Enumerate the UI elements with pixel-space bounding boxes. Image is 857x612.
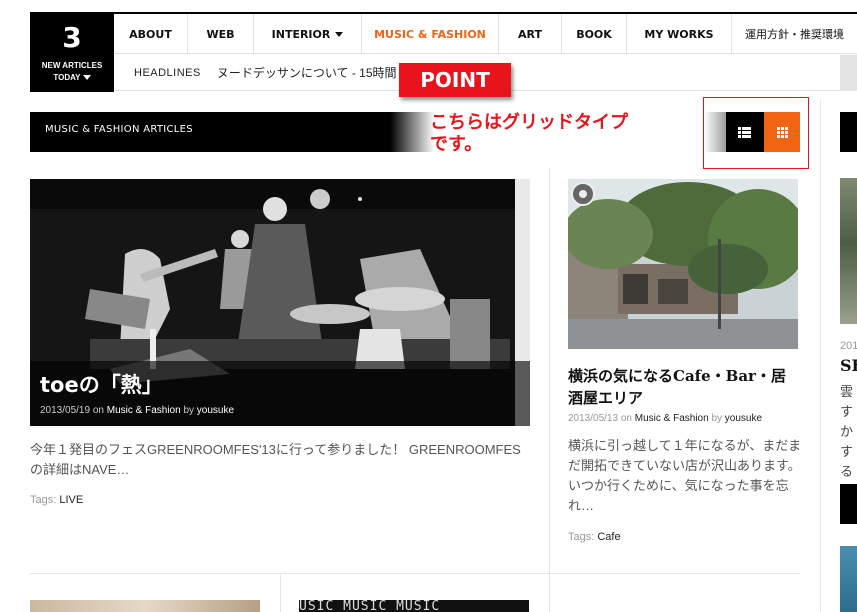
nav-music-fashion[interactable]: MUSIC & FASHION	[362, 14, 499, 54]
tag-link[interactable]: Cafe	[597, 531, 620, 543]
new-articles-label: NEW ARTICLES	[41, 61, 103, 70]
new-articles-count: 3	[62, 21, 82, 54]
annotation-highlight-frame	[703, 97, 809, 169]
nav-interior-label: INTERIOR	[271, 27, 331, 41]
street-photo	[568, 179, 798, 349]
headlines-label: HEADLINES	[134, 66, 201, 79]
sidebar-date: 201	[840, 340, 857, 352]
card-article-meta: 2013/05/13 on Music & Fashion by yousuke	[568, 413, 762, 424]
sidebar-thumbnail[interactable]	[840, 178, 857, 324]
new-articles-counter[interactable]: 3 NEW ARTICLES TODAY	[30, 12, 114, 92]
nav-policy[interactable]: 運用方針・推奨環境	[732, 14, 857, 54]
nav-about[interactable]: ABOUT	[114, 14, 188, 54]
article-date: 2013/05/13	[568, 413, 619, 424]
meta-by-label: by	[711, 413, 723, 424]
article-date: 2013/05/19	[40, 405, 91, 416]
section-title: MUSIC & FASHION ARTICLES	[45, 124, 193, 135]
sidebar-excerpt: 雲すかする	[840, 384, 854, 479]
nav-art[interactable]: ART	[499, 14, 562, 54]
tags-label: Tags:	[30, 494, 57, 506]
tag-link[interactable]: LIVE	[59, 494, 83, 506]
featured-article-tags: Tags: LIVE	[30, 494, 83, 506]
sidebar-divider	[820, 100, 821, 612]
sidebar-heading-bar	[840, 112, 857, 152]
point-badge: POINT	[399, 63, 511, 97]
meta-by-label: by	[183, 405, 195, 416]
caret-down-icon	[335, 31, 344, 37]
meta-on-label: on	[620, 413, 632, 424]
card-article-image[interactable]	[568, 179, 798, 349]
section-header: MUSIC & FASHION ARTICLES	[30, 112, 800, 152]
featured-article-image[interactable]: toeの「熱」 2013/05/19 on Music & Fashion by…	[30, 179, 530, 426]
article-author-link[interactable]: yousuke	[725, 413, 762, 424]
nav-web[interactable]: WEB	[188, 14, 254, 54]
main-nav: ABOUT WEB INTERIOR MUSIC & FASHION ART B…	[114, 14, 857, 54]
nav-book[interactable]: BOOK	[562, 14, 627, 54]
meta-on-label: on	[92, 405, 104, 416]
chevron-down-icon	[82, 75, 91, 81]
column-divider	[549, 168, 550, 573]
article-category-link[interactable]: Music & Fashion	[635, 413, 709, 424]
featured-caption: toeの「熱」 2013/05/19 on Music & Fashion by…	[30, 361, 530, 426]
annotation-callout: こちらはグリッドタイプです。	[430, 112, 628, 155]
sidebar-article-title[interactable]: SE	[840, 356, 857, 375]
row-divider	[30, 573, 800, 574]
card-article-tags: Tags: Cafe	[568, 531, 621, 543]
sidebar-thumbnail-2[interactable]	[840, 546, 857, 612]
card-article-title[interactable]: 横浜の気になるCafe・Bar・居酒屋エリア	[568, 365, 800, 409]
sidebar-top-image	[840, 55, 857, 91]
nav-my-works[interactable]: MY WORKS	[627, 14, 732, 54]
featured-article-excerpt: 今年１発目のフェスGREENROOMFES'13に行って参りました！ GREEN…	[30, 442, 521, 477]
article-thumbnail-3[interactable]	[30, 600, 260, 612]
article-category-link[interactable]: Music & Fashion	[107, 405, 181, 416]
headline-link[interactable]: ヌードデッサンについて - 15時間	[217, 64, 397, 81]
article-author-link[interactable]: yousuke	[197, 405, 234, 416]
column-divider-3	[549, 574, 550, 612]
sidebar-heading-bar-2	[840, 484, 857, 524]
article-thumbnail-4[interactable]: USIC MUSIC MUSIC	[299, 600, 529, 612]
featured-article-meta: 2013/05/19 on Music & Fashion by yousuke	[40, 405, 234, 416]
card-article-excerpt: 横浜に引っ越して１年になるが、まだまだ開拓できていない店が沢山あります。 いつか…	[568, 438, 802, 513]
featured-article-title[interactable]: toeの「熱」	[40, 369, 163, 399]
column-divider-2	[280, 574, 281, 612]
nav-interior[interactable]: INTERIOR	[254, 14, 362, 54]
tags-label: Tags:	[568, 531, 595, 543]
today-label: TODAY	[30, 72, 114, 84]
